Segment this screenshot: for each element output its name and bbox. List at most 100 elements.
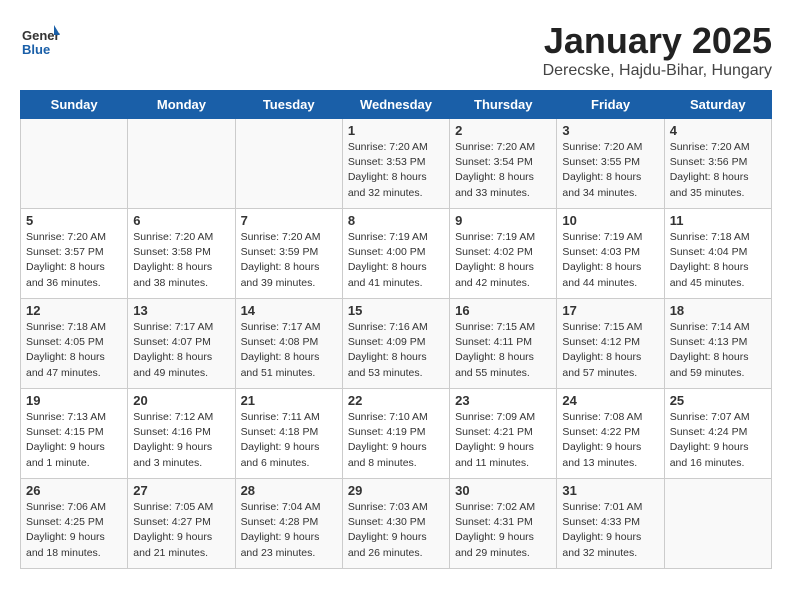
calendar-week-row: 26 Sunrise: 7:06 AM Sunset: 4:25 PM Dayli… bbox=[21, 479, 772, 569]
day-content: Sunrise: 7:01 AM Sunset: 4:33 PM Dayligh… bbox=[562, 500, 658, 561]
day-number: 22 bbox=[348, 393, 444, 408]
day-content: Sunrise: 7:03 AM Sunset: 4:30 PM Dayligh… bbox=[348, 500, 444, 561]
day-number: 8 bbox=[348, 213, 444, 228]
calendar-cell: 1 Sunrise: 7:20 AM Sunset: 3:53 PM Daylig… bbox=[342, 119, 449, 209]
calendar-cell: 28Sunrise: 7:04 AM Sunset: 4:28 PM Dayli… bbox=[235, 479, 342, 569]
calendar-cell: 18 Sunrise: 7:14 AM Sunset: 4:13 PM Dayli… bbox=[664, 299, 771, 389]
day-number: 31 bbox=[562, 483, 658, 498]
calendar-week-row: 1 Sunrise: 7:20 AM Sunset: 3:53 PM Daylig… bbox=[21, 119, 772, 209]
day-content: Sunrise: 7:15 AM Sunset: 4:11 PM Dayligh… bbox=[455, 320, 551, 381]
day-content: Sunrise: 7:20 AM Sunset: 3:58 PM Dayligh… bbox=[133, 230, 229, 291]
day-content: Sunrise: 7:20 AM Sunset: 3:54 PM Dayligh… bbox=[455, 140, 551, 201]
day-number: 10 bbox=[562, 213, 658, 228]
day-content: Sunrise: 7:09 AM Sunset: 4:21 PM Dayligh… bbox=[455, 410, 551, 471]
day-content: Sunrise: 7:20 AM Sunset: 3:53 PM Dayligh… bbox=[348, 140, 444, 201]
weekday-header: Thursday bbox=[450, 91, 557, 119]
calendar-cell bbox=[128, 119, 235, 209]
title-block: January 2025 Derecske, Hajdu-Bihar, Hung… bbox=[543, 20, 772, 80]
day-number: 18 bbox=[670, 303, 766, 318]
day-number: 24 bbox=[562, 393, 658, 408]
day-number: 30 bbox=[455, 483, 551, 498]
day-content: Sunrise: 7:19 AM Sunset: 4:02 PM Dayligh… bbox=[455, 230, 551, 291]
day-number: 15 bbox=[348, 303, 444, 318]
day-content: Sunrise: 7:12 AM Sunset: 4:16 PM Dayligh… bbox=[133, 410, 229, 471]
calendar-cell bbox=[664, 479, 771, 569]
calendar-cell: 13 Sunrise: 7:17 AM Sunset: 4:07 PM Dayli… bbox=[128, 299, 235, 389]
calendar-cell: 25 Sunrise: 7:07 AM Sunset: 4:24 PM Dayli… bbox=[664, 389, 771, 479]
month-title: January 2025 bbox=[543, 20, 772, 62]
calendar-cell: 9 Sunrise: 7:19 AM Sunset: 4:02 PM Daylig… bbox=[450, 209, 557, 299]
calendar-cell: 20Sunrise: 7:12 AM Sunset: 4:16 PM Dayli… bbox=[128, 389, 235, 479]
weekday-header: Monday bbox=[128, 91, 235, 119]
day-content: Sunrise: 7:18 AM Sunset: 4:05 PM Dayligh… bbox=[26, 320, 122, 381]
calendar-cell: 15 Sunrise: 7:16 AM Sunset: 4:09 PM Dayli… bbox=[342, 299, 449, 389]
calendar-cell: 23 Sunrise: 7:09 AM Sunset: 4:21 PM Dayli… bbox=[450, 389, 557, 479]
calendar-cell: 21Sunrise: 7:11 AM Sunset: 4:18 PM Dayli… bbox=[235, 389, 342, 479]
weekday-header: Sunday bbox=[21, 91, 128, 119]
calendar-header-row: SundayMondayTuesdayWednesdayThursdayFrid… bbox=[21, 91, 772, 119]
calendar-cell: 22 Sunrise: 7:10 AM Sunset: 4:19 PM Dayli… bbox=[342, 389, 449, 479]
calendar-cell: 2 Sunrise: 7:20 AM Sunset: 3:54 PM Daylig… bbox=[450, 119, 557, 209]
day-content: Sunrise: 7:05 AM Sunset: 4:27 PM Dayligh… bbox=[133, 500, 229, 561]
day-content: Sunrise: 7:07 AM Sunset: 4:24 PM Dayligh… bbox=[670, 410, 766, 471]
day-number: 9 bbox=[455, 213, 551, 228]
day-content: Sunrise: 7:19 AM Sunset: 4:00 PM Dayligh… bbox=[348, 230, 444, 291]
calendar-cell: 16Sunrise: 7:15 AM Sunset: 4:11 PM Dayli… bbox=[450, 299, 557, 389]
calendar-cell: 17 Sunrise: 7:15 AM Sunset: 4:12 PM Dayli… bbox=[557, 299, 664, 389]
day-content: Sunrise: 7:15 AM Sunset: 4:12 PM Dayligh… bbox=[562, 320, 658, 381]
calendar-cell: 26 Sunrise: 7:06 AM Sunset: 4:25 PM Dayli… bbox=[21, 479, 128, 569]
calendar-cell: 14 Sunrise: 7:17 AM Sunset: 4:08 PM Dayli… bbox=[235, 299, 342, 389]
day-content: Sunrise: 7:16 AM Sunset: 4:09 PM Dayligh… bbox=[348, 320, 444, 381]
calendar-cell: 29 Sunrise: 7:03 AM Sunset: 4:30 PM Dayli… bbox=[342, 479, 449, 569]
svg-text:Blue: Blue bbox=[22, 42, 50, 57]
logo: General Blue bbox=[20, 20, 64, 60]
day-content: Sunrise: 7:06 AM Sunset: 4:25 PM Dayligh… bbox=[26, 500, 122, 561]
day-number: 17 bbox=[562, 303, 658, 318]
day-content: Sunrise: 7:20 AM Sunset: 3:59 PM Dayligh… bbox=[241, 230, 337, 291]
day-number: 11 bbox=[670, 213, 766, 228]
day-content: Sunrise: 7:10 AM Sunset: 4:19 PM Dayligh… bbox=[348, 410, 444, 471]
day-number: 25 bbox=[670, 393, 766, 408]
calendar-cell: 4Sunrise: 7:20 AM Sunset: 3:56 PM Daylig… bbox=[664, 119, 771, 209]
day-content: Sunrise: 7:17 AM Sunset: 4:08 PM Dayligh… bbox=[241, 320, 337, 381]
day-content: Sunrise: 7:17 AM Sunset: 4:07 PM Dayligh… bbox=[133, 320, 229, 381]
day-number: 23 bbox=[455, 393, 551, 408]
page-header: General Blue January 2025 Derecske, Hajd… bbox=[20, 20, 772, 80]
day-number: 1 bbox=[348, 123, 444, 138]
day-number: 6 bbox=[133, 213, 229, 228]
calendar-cell: 12Sunrise: 7:18 AM Sunset: 4:05 PM Dayli… bbox=[21, 299, 128, 389]
calendar-cell: 11Sunrise: 7:18 AM Sunset: 4:04 PM Dayli… bbox=[664, 209, 771, 299]
weekday-header: Friday bbox=[557, 91, 664, 119]
calendar-week-row: 5Sunrise: 7:20 AM Sunset: 3:57 PM Daylig… bbox=[21, 209, 772, 299]
day-number: 2 bbox=[455, 123, 551, 138]
day-number: 3 bbox=[562, 123, 658, 138]
day-content: Sunrise: 7:08 AM Sunset: 4:22 PM Dayligh… bbox=[562, 410, 658, 471]
day-content: Sunrise: 7:14 AM Sunset: 4:13 PM Dayligh… bbox=[670, 320, 766, 381]
calendar-cell: 27 Sunrise: 7:05 AM Sunset: 4:27 PM Dayli… bbox=[128, 479, 235, 569]
day-number: 5 bbox=[26, 213, 122, 228]
day-number: 29 bbox=[348, 483, 444, 498]
day-number: 13 bbox=[133, 303, 229, 318]
calendar-cell: 24 Sunrise: 7:08 AM Sunset: 4:22 PM Dayli… bbox=[557, 389, 664, 479]
calendar-week-row: 12Sunrise: 7:18 AM Sunset: 4:05 PM Dayli… bbox=[21, 299, 772, 389]
weekday-header: Saturday bbox=[664, 91, 771, 119]
day-content: Sunrise: 7:20 AM Sunset: 3:56 PM Dayligh… bbox=[670, 140, 766, 201]
calendar-table: SundayMondayTuesdayWednesdayThursdayFrid… bbox=[20, 90, 772, 569]
day-content: Sunrise: 7:19 AM Sunset: 4:03 PM Dayligh… bbox=[562, 230, 658, 291]
calendar-cell: 5Sunrise: 7:20 AM Sunset: 3:57 PM Daylig… bbox=[21, 209, 128, 299]
day-content: Sunrise: 7:02 AM Sunset: 4:31 PM Dayligh… bbox=[455, 500, 551, 561]
calendar-cell: 10 Sunrise: 7:19 AM Sunset: 4:03 PM Dayli… bbox=[557, 209, 664, 299]
day-number: 14 bbox=[241, 303, 337, 318]
logo-icon: General Blue bbox=[20, 20, 60, 60]
day-number: 19 bbox=[26, 393, 122, 408]
weekday-header: Tuesday bbox=[235, 91, 342, 119]
day-number: 7 bbox=[241, 213, 337, 228]
weekday-header: Wednesday bbox=[342, 91, 449, 119]
calendar-cell bbox=[21, 119, 128, 209]
day-content: Sunrise: 7:04 AM Sunset: 4:28 PM Dayligh… bbox=[241, 500, 337, 561]
calendar-cell: 7 Sunrise: 7:20 AM Sunset: 3:59 PM Daylig… bbox=[235, 209, 342, 299]
day-number: 26 bbox=[26, 483, 122, 498]
calendar-cell: 30 Sunrise: 7:02 AM Sunset: 4:31 PM Dayli… bbox=[450, 479, 557, 569]
calendar-cell bbox=[235, 119, 342, 209]
day-number: 27 bbox=[133, 483, 229, 498]
